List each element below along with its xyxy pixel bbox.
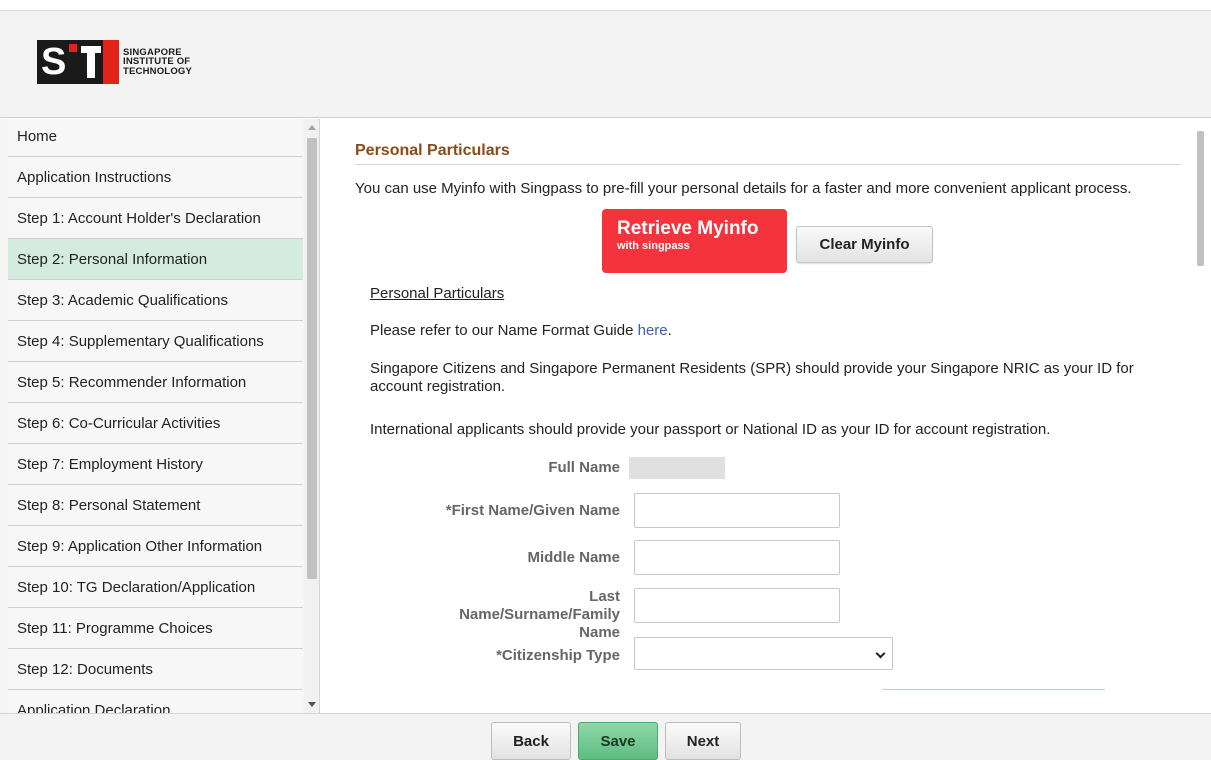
sidebar-item-step-2[interactable]: Step 2: Personal Information <box>8 239 303 280</box>
sit-logo-text: SINGAPORE INSTITUTE OF TECHNOLOGY <box>123 46 193 77</box>
sit-logo-mark: S <box>37 40 119 84</box>
sidebar-item-application-declaration[interactable]: Application Declaration <box>8 690 303 713</box>
sidebar-scrollbar-thumb[interactable] <box>307 138 317 579</box>
international-id-note: International applicants should provide … <box>370 421 1051 438</box>
main-scrollbar-thumb[interactable] <box>1197 131 1204 266</box>
name-format-guide-link[interactable]: here <box>638 322 668 339</box>
chevron-down-icon <box>875 648 886 659</box>
sidebar-item-step-1[interactable]: Step 1: Account Holder's Declaration <box>8 198 303 239</box>
sidebar-item-home[interactable]: Home <box>8 119 303 157</box>
name-format-guide-text: Please refer to our Name Format Guide he… <box>370 322 672 339</box>
clear-myinfo-button[interactable]: Clear Myinfo <box>796 226 933 263</box>
next-button[interactable]: Next <box>665 722 741 760</box>
sidebar-nav: Home Application Instructions Step 1: Ac… <box>0 119 320 713</box>
sidebar-scrollbar[interactable] <box>304 119 319 713</box>
divider-line <box>883 689 1105 690</box>
section-divider <box>355 164 1181 165</box>
first-name-input[interactable] <box>634 493 840 528</box>
citizenship-type-label: *Citizenship Type <box>496 647 620 664</box>
sidebar-item-step-5[interactable]: Step 5: Recommender Information <box>8 362 303 403</box>
main-content: Personal Particulars You can use Myinfo … <box>321 119 1211 713</box>
last-name-label: Last Name/Surname/Family Name <box>459 588 620 641</box>
sidebar-item-application-instructions[interactable]: Application Instructions <box>8 157 303 198</box>
header-bar: S SINGAPORE INSTITUTE OF TECHNOLOGY <box>0 10 1211 118</box>
top-strip <box>0 0 1211 10</box>
last-name-input[interactable] <box>634 588 840 623</box>
sidebar-item-step-8[interactable]: Step 8: Personal Statement <box>8 485 303 526</box>
footer-bar: Back Save Next <box>0 713 1211 760</box>
sidebar-item-step-12[interactable]: Step 12: Documents <box>8 649 303 690</box>
save-button[interactable]: Save <box>578 722 658 760</box>
middle-name-label: Middle Name <box>527 549 620 566</box>
sidebar-item-step-4[interactable]: Step 4: Supplementary Qualifications <box>8 321 303 362</box>
sidebar-item-step-11[interactable]: Step 11: Programme Choices <box>8 608 303 649</box>
sit-logo: S SINGAPORE INSTITUTE OF TECHNOLOGY <box>37 40 192 84</box>
citizens-id-note: Singapore Citizens and Singapore Permane… <box>370 360 1134 395</box>
sidebar-item-step-10[interactable]: Step 10: TG Declaration/Application <box>8 567 303 608</box>
personal-particulars-subheading: Personal Particulars <box>370 285 505 302</box>
myinfo-intro-text: You can use Myinfo with Singpass to pre-… <box>355 180 1132 197</box>
scroll-down-arrow-icon[interactable] <box>308 702 316 707</box>
sidebar-item-step-6[interactable]: Step 6: Co-Curricular Activities <box>8 403 303 444</box>
sidebar-item-step-7[interactable]: Step 7: Employment History <box>8 444 303 485</box>
full-name-value <box>629 457 725 479</box>
section-title: Personal Particulars <box>355 142 510 159</box>
singpass-label: with singpass <box>617 240 690 252</box>
citizenship-type-select[interactable] <box>634 637 893 670</box>
full-name-label: Full Name <box>548 459 620 476</box>
sidebar-item-step-9[interactable]: Step 9: Application Other Information <box>8 526 303 567</box>
back-button[interactable]: Back <box>491 722 571 760</box>
scroll-up-arrow-icon[interactable] <box>308 125 316 130</box>
first-name-label: *First Name/Given Name <box>445 502 620 519</box>
retrieve-myinfo-label: Retrieve Myinfo <box>617 218 759 239</box>
middle-name-input[interactable] <box>634 540 840 575</box>
sidebar-item-step-3[interactable]: Step 3: Academic Qualifications <box>8 280 303 321</box>
retrieve-myinfo-button[interactable]: Retrieve Myinfo with singpass <box>602 209 787 273</box>
